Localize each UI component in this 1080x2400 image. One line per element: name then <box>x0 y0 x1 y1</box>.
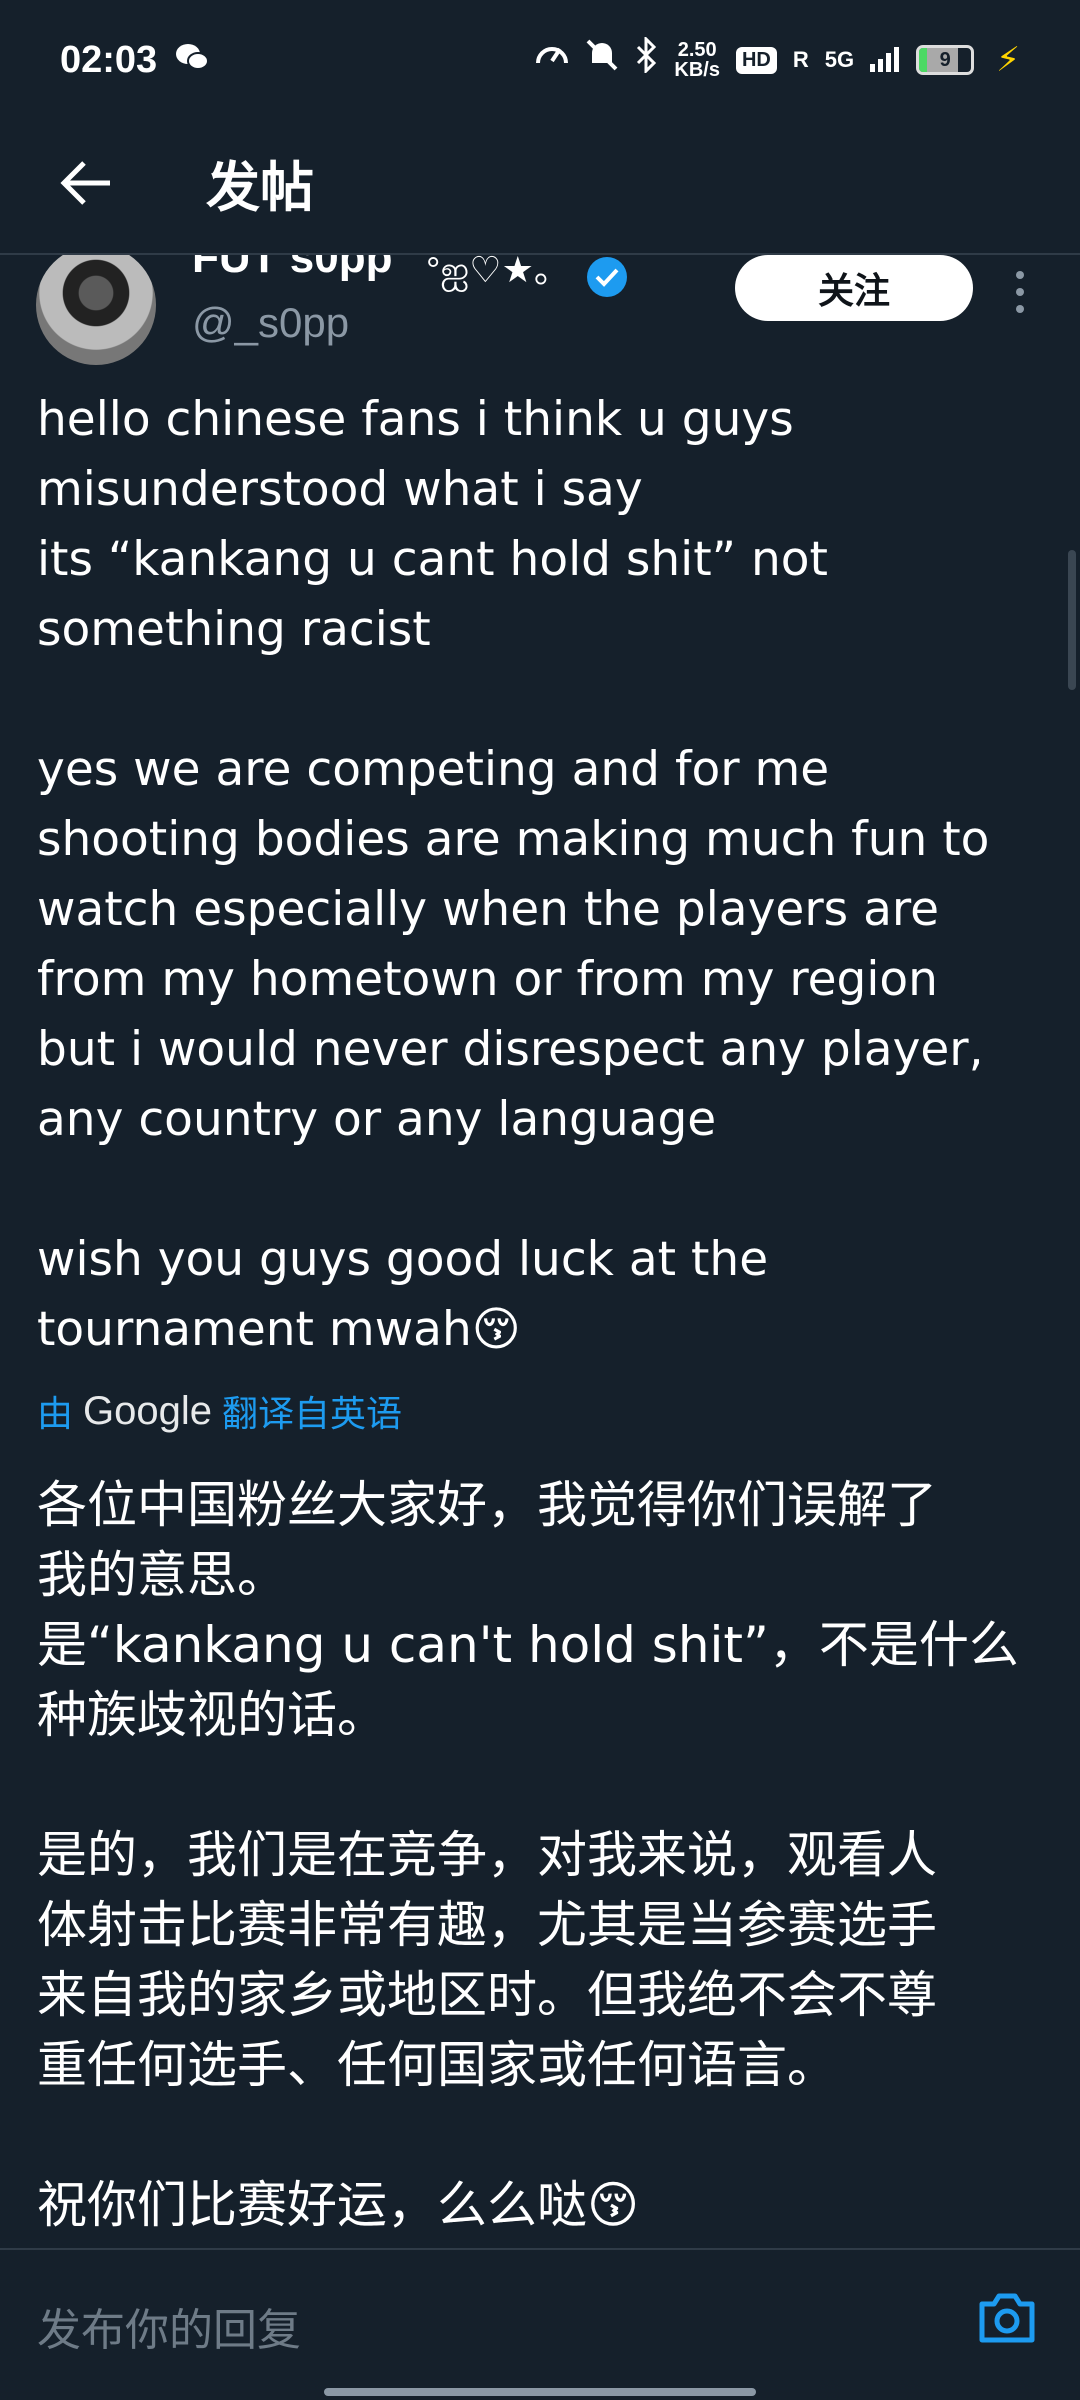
translated-from-english-link[interactable]: 翻译自英语 <box>222 1385 402 1437</box>
network-speed-unit: KB/s <box>674 59 720 81</box>
mute-bell-icon <box>586 37 618 83</box>
tweet-paragraph: hello chinese fans i think u guys misund… <box>37 392 828 657</box>
tweet-paragraph: wish you guys good luck at the tournamen… <box>37 1232 769 1357</box>
reply-input[interactable]: 发布你的回复 <box>37 2294 301 2358</box>
signal-icon <box>870 39 900 82</box>
clock: 02:03 <box>60 38 158 81</box>
author-display-name[interactable]: FUT s0pp <box>192 255 392 283</box>
author-handle[interactable]: @_s0pp <box>192 299 349 347</box>
battery-level: 9 <box>939 48 951 71</box>
camera-icon[interactable] <box>976 2290 1038 2346</box>
hd-badge: HD <box>735 46 777 74</box>
page-title: 发帖 <box>206 156 314 219</box>
network-speed-value: 2.50 <box>677 39 717 61</box>
avatar[interactable] <box>36 255 156 365</box>
charging-icon: ⚡ <box>996 41 1020 79</box>
author-name-decoration: °ஐ♡★。 <box>426 255 570 290</box>
back-arrow-icon[interactable] <box>56 153 116 213</box>
scrollbar[interactable] <box>1068 550 1076 690</box>
follow-button[interactable]: 关注 <box>735 255 973 321</box>
translation-attribution: 由 Google 翻译自英语 <box>37 1385 402 1437</box>
translated-paragraph: 各位中国粉丝大家好，我觉得你们误解了 我的意思。 是“kankang u can… <box>37 1476 1019 1744</box>
status-bar: 02:03 2.50 KB/s HD R 5G 9 ⚡ <box>0 0 1080 120</box>
author-row: FUT s0pp °ஐ♡★。 @_s0pp 关注 <box>0 255 1080 365</box>
network-speed: 2.50 KB/s <box>674 40 720 80</box>
verified-badge-icon <box>585 255 629 299</box>
speedometer-icon <box>534 37 570 83</box>
translated-by-label: 由 <box>37 1393 74 1434</box>
translated-paragraph: 祝你们比赛好运，么么哒😚 <box>37 2176 640 2234</box>
roaming-label: R <box>792 47 809 72</box>
translated-paragraph: 是的，我们是在竞争，对我来说，观看人 体射击比赛非常有趣，尤其是当参赛选手 来自… <box>37 1826 937 2094</box>
bluetooth-icon <box>634 35 658 83</box>
translated-text: 各位中国粉丝大家好，我觉得你们误解了 我的意思。 是“kankang u can… <box>37 1470 1057 2240</box>
google-logo: Google <box>83 1388 212 1433</box>
page-header: 发帖 <box>0 120 1080 245</box>
more-options-icon[interactable] <box>1008 267 1032 317</box>
tweet-paragraph: yes we are competing and for me shooting… <box>37 742 990 1147</box>
home-indicator[interactable] <box>324 2388 756 2396</box>
battery-icon: 9 <box>916 45 975 75</box>
wechat-icon <box>175 39 210 82</box>
tweet-text: hello chinese fans i think u guys misund… <box>37 385 1057 1365</box>
status-left: 02:03 <box>60 38 210 82</box>
reply-bar: 发布你的回复 <box>0 2248 1080 2400</box>
network-type: 5G <box>824 47 855 72</box>
status-right: 2.50 KB/s HD R 5G 9 ⚡ <box>534 35 1020 83</box>
